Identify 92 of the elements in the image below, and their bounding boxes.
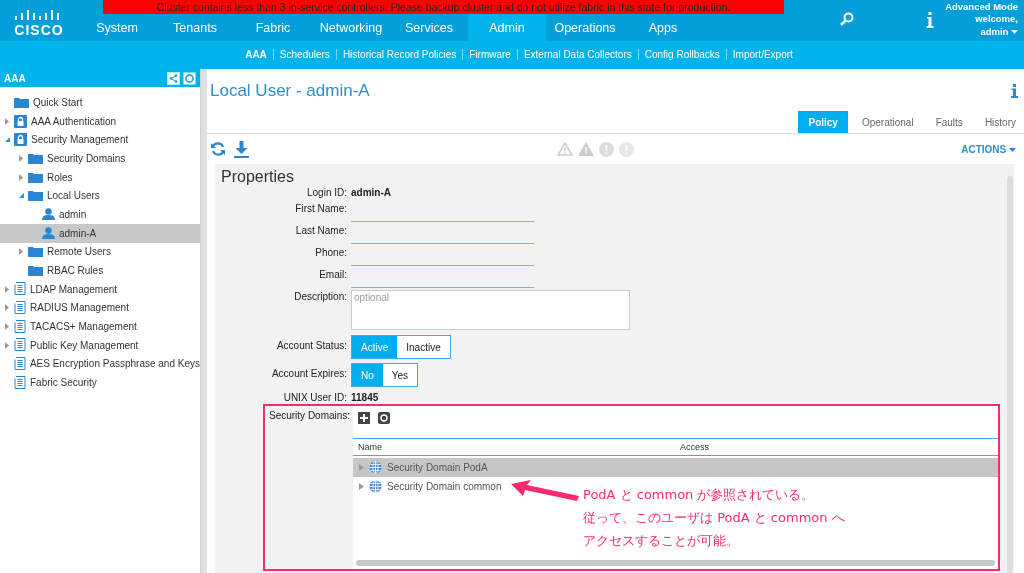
toggle-option[interactable]: Inactive	[397, 336, 450, 358]
info-icon[interactable]	[926, 11, 934, 28]
section-title: Properties	[220, 167, 295, 186]
tree-item[interactable]: AES Encryption Passphrase and Keys	[0, 354, 200, 374]
welcome-label: welcome,	[975, 13, 1018, 26]
tab[interactable]: History	[976, 111, 1024, 133]
tree-item[interactable]: admin-A	[0, 223, 200, 243]
tree-item[interactable]: Quick Start	[0, 93, 200, 112]
folder-icon	[28, 152, 43, 164]
field-label: Account Status:	[275, 339, 347, 353]
expander-icon[interactable]	[4, 341, 11, 349]
vertical-scrollbar[interactable]	[1007, 176, 1013, 573]
column-header[interactable]: Access	[680, 442, 709, 452]
tree-item[interactable]: Security Domains	[0, 149, 200, 168]
refresh-icon[interactable]	[378, 412, 390, 424]
field-label: Login ID:	[305, 186, 347, 200]
folder-icon	[28, 171, 43, 183]
actions-menu[interactable]: ACTIONS	[961, 143, 1016, 155]
document-icon	[14, 338, 26, 353]
annotation-text: PodA と common が参照されている。 従って、このユーザは PodA と common へ アクセスすることが可能。	[583, 486, 845, 550]
tree-item[interactable]: TACACS+ Management	[0, 317, 200, 336]
expander-icon[interactable]	[18, 173, 25, 181]
expander-icon[interactable]	[18, 248, 25, 256]
expander-icon[interactable]	[4, 285, 11, 293]
globe-icon	[369, 480, 382, 493]
tree-item[interactable]: Public Key Management	[0, 335, 200, 355]
tab[interactable]: Faults	[927, 111, 971, 133]
document-icon	[14, 319, 26, 334]
table-row[interactable]: Security Domain common	[353, 477, 506, 496]
logo-wordmark: CISCO	[14, 21, 64, 38]
search-icon[interactable]	[840, 11, 854, 26]
field-label: Email:	[318, 268, 347, 282]
toggle-option[interactable]: Yes	[382, 364, 418, 386]
alert-icon	[619, 141, 634, 157]
lock-icon	[14, 114, 27, 128]
lock-icon	[14, 133, 27, 147]
page-title: Local User - admin-A	[210, 81, 370, 101]
tree-item[interactable]: RBAC Rules	[0, 261, 200, 280]
user-icon	[42, 208, 55, 221]
tree-item[interactable]: AAA Authentication	[0, 111, 200, 131]
warning-outline-icon	[557, 142, 573, 156]
field-value: admin-A	[351, 187, 391, 198]
warning-banner: Cluster contains less than 3 in-service controllers. Please backup cluster and do not utilize fabric in this state for production.	[103, 0, 784, 14]
caret-icon	[1009, 147, 1016, 152]
document-icon	[13, 356, 26, 371]
download-icon[interactable]	[234, 140, 249, 158]
expander-icon[interactable]	[4, 323, 11, 331]
tab[interactable]: Operational	[853, 111, 922, 133]
expander-icon[interactable]	[359, 464, 364, 471]
field-label: Account Expires:	[270, 367, 347, 381]
field-label: Last Name:	[294, 224, 347, 238]
folder-icon	[28, 246, 43, 258]
field-label: Phone:	[314, 246, 347, 260]
add-icon[interactable]	[358, 412, 370, 424]
description-field[interactable]: optional	[351, 290, 630, 330]
tree-item[interactable]: Fabric Security	[0, 373, 200, 392]
user-icon	[42, 227, 55, 240]
annotation-arrow	[511, 480, 579, 502]
field-label: Security Domains:	[268, 409, 352, 423]
tree-item[interactable]: Remote Users	[0, 242, 200, 262]
tree-item[interactable]: Local Users	[0, 186, 200, 206]
folder-icon	[28, 265, 43, 277]
document-icon	[14, 282, 26, 297]
tree-item[interactable]: LDAP Management	[0, 279, 200, 299]
field-label: UNIX User ID:	[282, 391, 347, 405]
horizontal-scrollbar[interactable]	[356, 560, 995, 566]
column-header[interactable]: Name	[353, 442, 680, 452]
tree-item[interactable]: Roles	[0, 167, 200, 187]
info-icon[interactable]	[1011, 84, 1018, 98]
alert-icon	[599, 141, 614, 157]
expander-icon[interactable]	[18, 154, 25, 162]
share-icon[interactable]	[167, 71, 180, 85]
expander-icon[interactable]	[4, 117, 11, 125]
sidebar-title: AAA	[4, 72, 27, 84]
table-row[interactable]: Security Domain PodA	[353, 458, 998, 477]
caret-icon	[1011, 30, 1018, 35]
warning-icon	[578, 142, 594, 156]
expander-icon[interactable]	[4, 304, 11, 312]
folder-icon	[28, 190, 43, 202]
folder-icon	[14, 96, 29, 108]
document-icon	[14, 300, 26, 315]
tree-item[interactable]: admin	[0, 205, 200, 224]
expander-icon[interactable]	[359, 483, 364, 490]
field-label: Description:	[293, 290, 347, 304]
document-icon	[14, 375, 26, 390]
expander-icon[interactable]	[18, 192, 25, 200]
field-label: First Name:	[294, 202, 347, 216]
expander-icon[interactable]	[4, 136, 11, 144]
field-value: 11845	[351, 392, 379, 403]
globe-icon	[369, 461, 382, 474]
tree-item[interactable]: RADIUS Management	[0, 298, 200, 318]
tree-item[interactable]: Security Management	[0, 130, 200, 150]
